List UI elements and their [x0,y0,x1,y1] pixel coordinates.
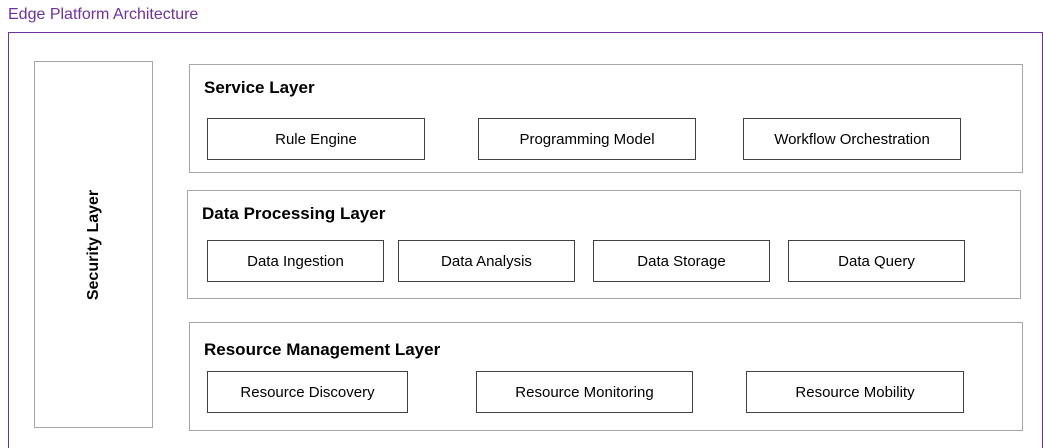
data-analysis-box: Data Analysis [398,240,575,282]
data-processing-layer: Data Processing Layer Data Ingestion Dat… [187,190,1021,299]
resource-mobility-box: Resource Mobility [746,371,964,413]
data-query-box: Data Query [788,240,965,282]
rule-engine-box: Rule Engine [207,118,425,160]
architecture-diagram: Edge Platform Architecture Security Laye… [0,0,1043,448]
security-layer-label: Security Layer [84,189,102,300]
data-processing-layer-title: Data Processing Layer [202,204,386,223]
workflow-orchestration-box: Workflow Orchestration [743,118,961,160]
diagram-title: Edge Platform Architecture [8,6,199,23]
programming-model-box: Programming Model [478,118,696,160]
service-layer: Service Layer Rule Engine Programming Mo… [189,64,1023,173]
resource-monitoring-box: Resource Monitoring [476,371,693,413]
security-layer: Security Layer [34,61,153,428]
resource-management-layer: Resource Management Layer Resource Disco… [189,322,1023,431]
resource-discovery-box: Resource Discovery [207,371,408,413]
data-ingestion-box: Data Ingestion [207,240,384,282]
service-layer-title: Service Layer [204,78,315,97]
resource-management-layer-title: Resource Management Layer [204,340,441,359]
data-storage-box: Data Storage [593,240,770,282]
